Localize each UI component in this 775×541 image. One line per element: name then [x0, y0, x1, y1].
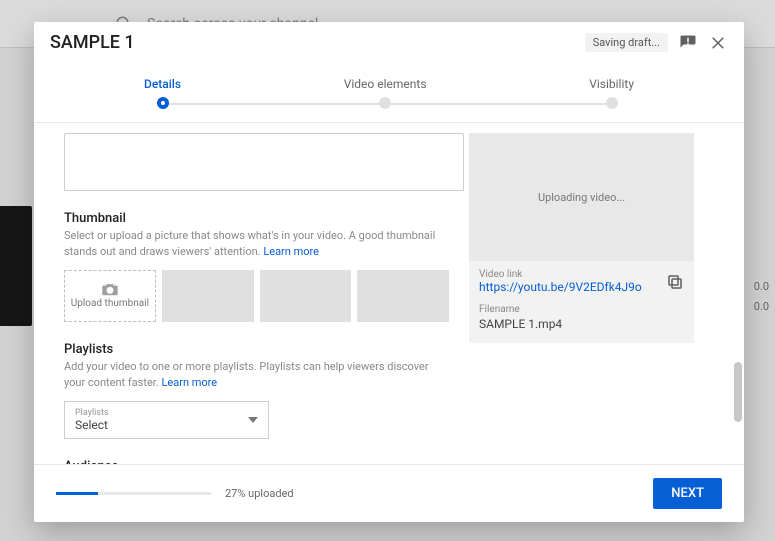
- feedback-icon[interactable]: [678, 33, 698, 53]
- thumbnail-slot[interactable]: [357, 270, 449, 322]
- saving-status: Saving draft...: [585, 33, 668, 52]
- playlist-select[interactable]: Playlists Select: [64, 401, 269, 439]
- preview-video-placeholder: Uploading video...: [469, 133, 694, 261]
- svg-text:+: +: [114, 283, 116, 287]
- step-label: Details: [144, 77, 181, 91]
- playlist-field-value: Select: [75, 418, 108, 432]
- step-video-elements[interactable]: Video elements: [344, 77, 427, 109]
- thumbnail-title: Thumbnail: [64, 211, 449, 226]
- progress-track: [56, 492, 211, 495]
- progress-text: 27% uploaded: [225, 487, 294, 500]
- add-photo-icon: +: [101, 282, 119, 296]
- filename-label: Filename: [479, 304, 684, 315]
- uploading-text: Uploading video...: [538, 191, 625, 204]
- close-icon[interactable]: [708, 33, 728, 53]
- thumbnail-sub: Select or upload a picture that shows wh…: [64, 228, 449, 260]
- copy-icon[interactable]: [666, 273, 684, 291]
- video-link-label: Video link: [479, 269, 642, 280]
- modal-title: SAMPLE 1: [50, 32, 575, 53]
- playlists-learn-more[interactable]: Learn more: [161, 376, 217, 389]
- progress-fill: [56, 492, 98, 495]
- filename-value: SAMPLE 1.mp4: [479, 317, 684, 331]
- scrollbar-thumb[interactable]: [734, 362, 742, 422]
- thumbnail-learn-more[interactable]: Learn more: [263, 245, 319, 258]
- upload-thumbnail-button[interactable]: + Upload thumbnail: [64, 270, 156, 322]
- step-label: Visibility: [589, 77, 634, 91]
- next-button[interactable]: NEXT: [653, 478, 722, 509]
- step-label: Video elements: [344, 77, 427, 91]
- thumbnail-slot[interactable]: [162, 270, 254, 322]
- upload-modal: SAMPLE 1 Saving draft... Details Video e…: [34, 22, 744, 522]
- playlists-sub: Add your video to one or more playlists.…: [64, 359, 449, 391]
- chevron-down-icon: [248, 417, 258, 423]
- step-dot-icon: [157, 97, 169, 109]
- step-dot-icon: [606, 97, 618, 109]
- preview-card: Uploading video... Video link https://yo…: [469, 133, 694, 343]
- description-box[interactable]: [64, 133, 464, 191]
- video-link[interactable]: https://youtu.be/9V2EDfk4J9o: [479, 280, 642, 294]
- thumbnail-slot[interactable]: [260, 270, 352, 322]
- playlists-title: Playlists: [64, 342, 449, 357]
- step-visibility[interactable]: Visibility: [589, 77, 634, 109]
- step-dot-icon: [379, 97, 391, 109]
- step-details[interactable]: Details: [144, 77, 181, 109]
- playlist-field-label: Playlists: [75, 408, 109, 418]
- upload-thumbnail-label: Upload thumbnail: [71, 298, 149, 309]
- stepper: Details Video elements Visibility: [34, 63, 744, 123]
